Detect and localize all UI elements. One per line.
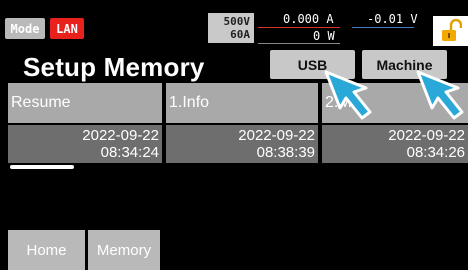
slot-date: 2022-09-22 [388,127,465,144]
horizontal-scroll-thumb[interactable] [10,165,74,169]
mode-badge[interactable]: Mode [5,18,45,39]
current-underline [258,27,340,28]
unlocked-padlock-icon [441,19,462,41]
voltage-underline [352,27,414,28]
slot-time: 08:38:39 [256,144,315,161]
range-current: 60A [230,28,250,41]
current-readout: 0.000 A [283,12,334,26]
memory-slot-timestamp[interactable]: 2022-09-22 08:38:39 [166,125,318,163]
hand-pointer-icon [416,70,464,120]
memory-tab[interactable]: Memory [88,230,160,270]
memory-slot-timestamp[interactable]: 2022-09-22 08:34:24 [8,125,162,163]
memory-slot-header[interactable]: 1.Info [166,83,318,123]
memory-slot-header[interactable]: Resume [8,83,162,123]
range-indicator: 500V 60A [208,13,254,43]
power-readout: 0 W [313,29,335,43]
slot-time: 08:34:26 [406,144,465,161]
slot-time: 08:34:24 [100,144,159,161]
lan-badge: LAN [50,18,84,39]
slot-date: 2022-09-22 [82,127,159,144]
voltage-readout: -0.01 V [367,12,418,26]
page-title: Setup Memory [23,52,205,82]
memory-slot-timestamp[interactable]: 2022-09-22 08:34:26 [322,125,468,163]
lock-button[interactable] [433,16,468,46]
slot-date: 2022-09-22 [238,127,315,144]
power-underline [258,43,340,44]
hand-pointer-icon [324,70,372,120]
home-tab[interactable]: Home [8,230,85,270]
range-voltage: 500V [223,15,251,28]
